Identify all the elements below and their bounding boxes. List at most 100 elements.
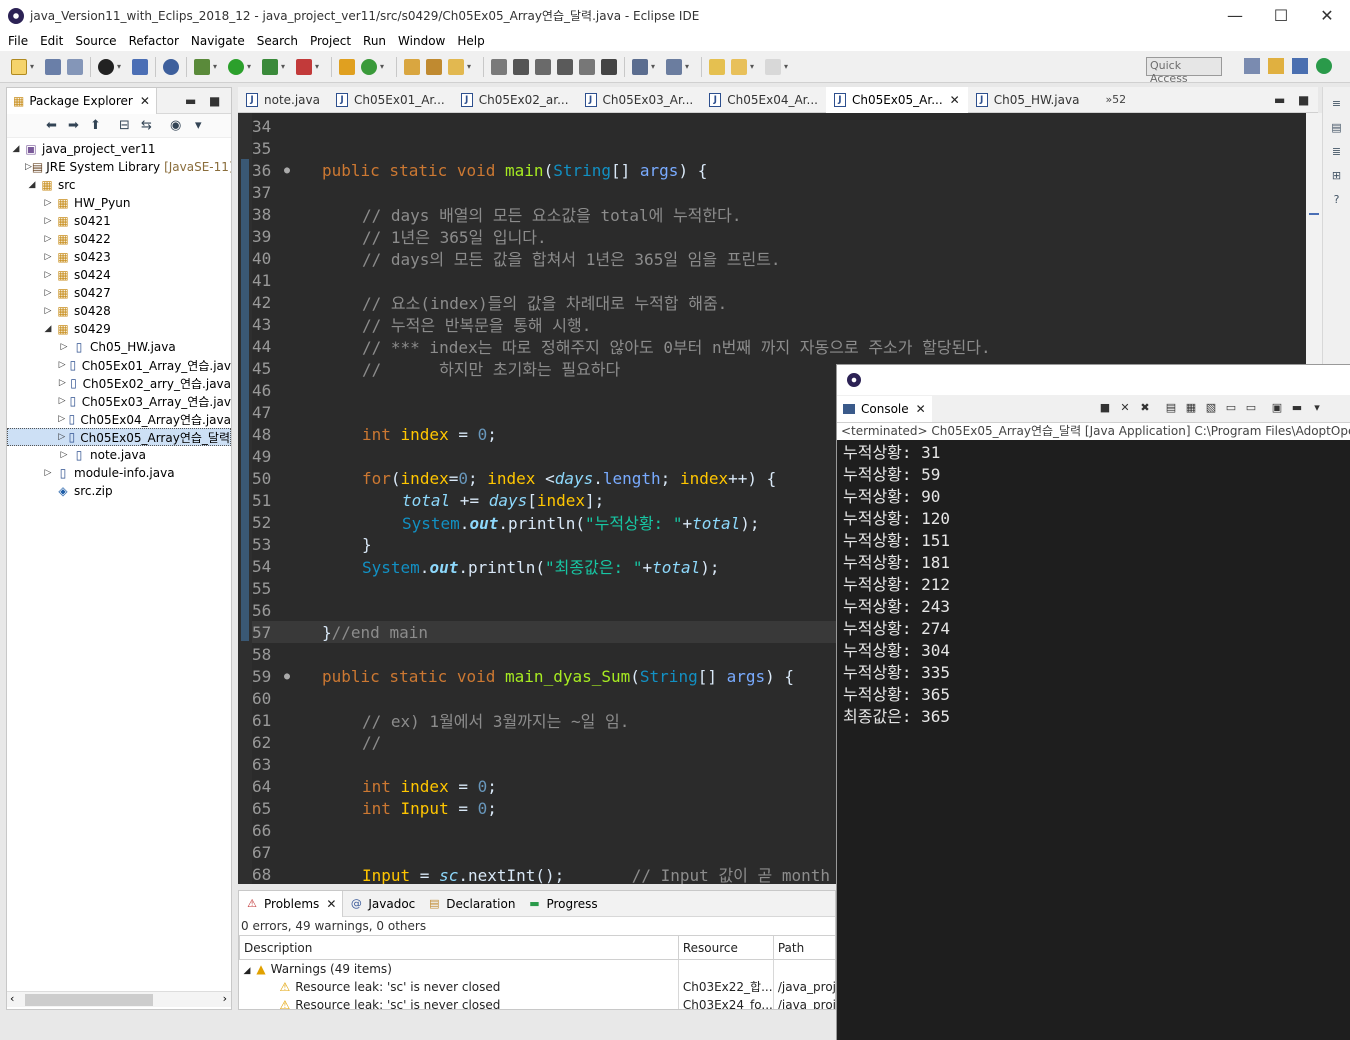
close-icon[interactable]: ✕	[140, 94, 150, 108]
collapse-all-icon[interactable]: ⊟	[119, 118, 135, 133]
editor-tab[interactable]: Jnote.java	[238, 87, 328, 113]
help-icon[interactable]: ?	[1330, 193, 1344, 207]
expand-toggle-icon[interactable]: ◢	[25, 180, 39, 190]
editor-tab[interactable]: J Ch05_HW.java	[968, 87, 1088, 113]
open-task-icon[interactable]	[426, 58, 442, 75]
console-menu-icon[interactable]: ▾	[1309, 401, 1325, 415]
fold-marker-icon[interactable]: ●	[284, 165, 322, 176]
collapse-toggle-icon[interactable]: ▷	[41, 198, 55, 208]
forward-dropdown-icon[interactable]: ▾	[784, 62, 792, 71]
fold-marker-icon[interactable]: ●	[284, 671, 322, 682]
external-tools-icon[interactable]	[296, 58, 312, 75]
back-icon[interactable]: ⬅	[46, 118, 62, 133]
expand-toggle-icon[interactable]: ◢	[244, 966, 251, 976]
collapse-toggle-icon[interactable]: ▷	[57, 396, 67, 406]
next-annotation-icon[interactable]	[632, 58, 648, 75]
maximize-view-icon[interactable]: ■	[209, 94, 220, 108]
new-dropdown-icon[interactable]: ▾	[30, 62, 38, 71]
column-header-description[interactable]: Description	[239, 935, 679, 960]
table-row-group[interactable]: ◢ ▲ Warnings (49 items)	[239, 959, 835, 978]
tree-item-package[interactable]: ◢ ▦ s0429	[7, 320, 231, 338]
new-java-project-icon[interactable]	[339, 58, 355, 75]
debug-icon[interactable]	[194, 58, 210, 75]
display-console-icon[interactable]: ▬	[1289, 401, 1305, 415]
tab-javadoc[interactable]: @ Javadoc	[343, 891, 421, 917]
tab-declaration[interactable]: ▤ Declaration	[421, 891, 521, 917]
editor-tab[interactable]: J Ch05Ex04_Ar...	[701, 87, 826, 113]
open-perspective-icon[interactable]	[1244, 58, 1260, 74]
menu-refactor[interactable]: Refactor	[123, 34, 185, 48]
tree-item-java-file[interactable]: ▷ ▯ Ch05Ex02_arry_연습.java	[7, 374, 231, 392]
collapse-toggle-icon[interactable]: ▷	[57, 360, 67, 370]
tree-item-java-file[interactable]: ▷ ▯ Ch05_HW.java	[7, 338, 231, 356]
pilcrow-icon[interactable]	[601, 58, 617, 75]
collapse-toggle-icon[interactable]: ▷	[57, 432, 66, 442]
more-tabs-button[interactable]: »52	[1105, 93, 1126, 106]
view-menu-icon[interactable]: ▾	[195, 118, 211, 133]
maximize-editor-icon[interactable]: ■	[1298, 93, 1309, 107]
minimize-button[interactable]: —	[1212, 0, 1258, 31]
editor-tab[interactable]: J Ch05Ex01_Ar...	[328, 87, 453, 113]
menu-run[interactable]: Run	[357, 34, 392, 48]
minimize-view-icon[interactable]: ▬	[185, 94, 196, 108]
run-last-icon[interactable]	[262, 58, 278, 75]
show-on-stdout-icon[interactable]: ▭	[1223, 401, 1239, 415]
collapse-toggle-icon[interactable]: ▷	[57, 342, 71, 352]
menu-edit[interactable]: Edit	[34, 34, 69, 48]
toggle-mark-occurrences-icon[interactable]	[491, 58, 507, 75]
tree-item-package[interactable]: ▷ ▦ s0423	[7, 248, 231, 266]
outline-icon[interactable]: ≣	[1330, 145, 1344, 159]
collapse-toggle-icon[interactable]: ▷	[41, 234, 55, 244]
tab-console[interactable]: Console ✕	[837, 395, 932, 422]
save-icon[interactable]	[45, 58, 61, 75]
column-header-path[interactable]: Path	[772, 935, 835, 960]
maximize-button[interactable]: ☐	[1258, 0, 1304, 31]
java-ee-perspective-icon[interactable]	[1268, 58, 1284, 74]
new-class-icon[interactable]	[361, 58, 377, 75]
collapse-toggle-icon[interactable]: ▷	[41, 306, 55, 316]
show-whitespace-icon[interactable]	[557, 58, 573, 75]
task-list-icon[interactable]: ▤	[1330, 121, 1344, 135]
tree-item-package[interactable]: ▷ ▦ HW_Pyun	[7, 194, 231, 212]
clear-console-icon[interactable]: ▤	[1163, 401, 1179, 415]
menu-window[interactable]: Window	[392, 34, 451, 48]
toggle-block-selection-icon[interactable]	[535, 58, 551, 75]
focus-on-task-icon[interactable]: ◉	[170, 118, 186, 133]
remove-all-terminated-icon[interactable]: ✖	[1137, 401, 1153, 415]
tree-item-java-file[interactable]: ▷ ▯ note.java	[7, 446, 231, 464]
back-dropdown-icon[interactable]: ▾	[750, 62, 758, 71]
collapse-toggle-icon[interactable]: ▷	[41, 270, 55, 280]
up-icon[interactable]: ⬆	[90, 118, 106, 133]
scrollbar-thumb[interactable]	[25, 994, 153, 1006]
tree-item-package[interactable]: ▷ ▦ s0428	[7, 302, 231, 320]
last-edit-location-icon[interactable]	[709, 58, 725, 75]
editor-tab[interactable]: J Ch05Ex03_Ar...	[577, 87, 702, 113]
next-annotation-dropdown-icon[interactable]: ▾	[651, 62, 659, 71]
run-icon[interactable]	[228, 58, 244, 75]
tree-item-project[interactable]: ◢ ▣ java_project_ver11	[7, 140, 231, 158]
word-wrap-icon[interactable]: ▧	[1203, 401, 1219, 415]
horizontal-scrollbar[interactable]: ‹ ›	[7, 991, 231, 1007]
debug-run-dropdown-icon[interactable]: ▾	[213, 62, 221, 71]
run-dropdown-icon[interactable]: ▾	[247, 62, 255, 71]
collapse-toggle-icon[interactable]: ▷	[41, 216, 55, 226]
forward-icon[interactable]: ➡	[68, 118, 84, 133]
close-icon[interactable]: ✕	[916, 402, 926, 416]
menu-search[interactable]: Search	[251, 34, 304, 48]
minimize-editor-icon[interactable]: ▬	[1274, 93, 1285, 107]
restore-icon[interactable]: ≡	[1330, 97, 1344, 111]
remove-launch-icon[interactable]: ✕	[1117, 401, 1133, 415]
link-with-editor-icon[interactable]: ⇆	[141, 118, 157, 133]
close-icon[interactable]: ✕	[326, 897, 336, 911]
tree-item-zip[interactable]: ◈ src.zip	[7, 482, 231, 500]
expand-toggle-icon[interactable]: ◢	[9, 144, 23, 154]
coverage-icon[interactable]	[163, 58, 179, 75]
new-class-dropdown-icon[interactable]: ▾	[380, 62, 388, 71]
column-header-resource[interactable]: Resource	[677, 935, 774, 960]
tree-item-package[interactable]: ▷ ▦ s0427	[7, 284, 231, 302]
collapse-toggle-icon[interactable]: ▷	[41, 288, 55, 298]
scroll-lock-icon[interactable]: ▦	[1183, 401, 1199, 415]
debug-dropdown-icon[interactable]: ▾	[117, 62, 125, 71]
search-dropdown-icon[interactable]: ▾	[467, 62, 475, 71]
scroll-left-icon[interactable]: ‹	[10, 992, 14, 1005]
